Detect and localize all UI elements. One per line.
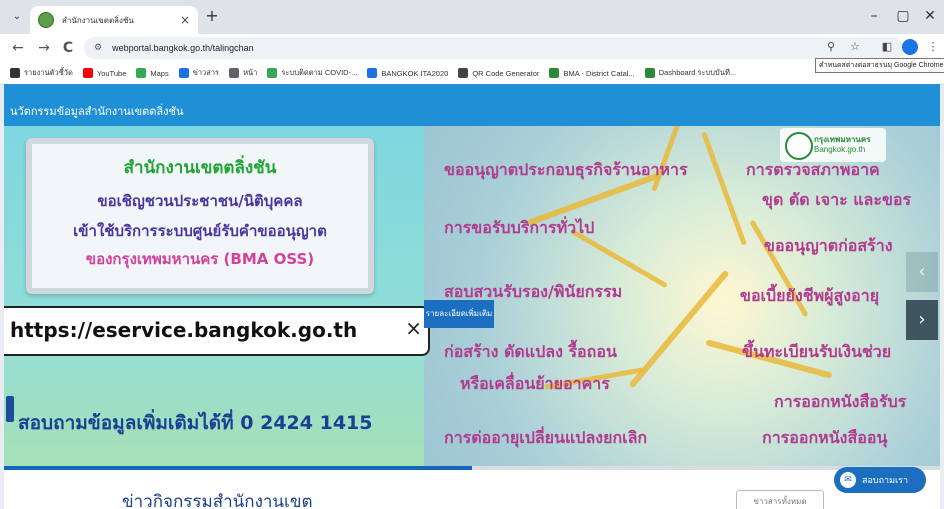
decorative-ray	[628, 269, 730, 389]
service-text: หรือเคลื่อนย้ายอาคาร	[460, 374, 610, 393]
web-page: นวัตกรรมข้อมูลสำนักงานเขตตลิ่งชัน สำนักง…	[4, 84, 940, 509]
bookmark-favicon-icon	[229, 68, 240, 78]
site-info-icon[interactable]: ⚙	[94, 43, 102, 53]
site-header: นวัตกรรมข้อมูลสำนักงานเขตตลิ่งชัน	[4, 84, 940, 126]
details-button[interactable]: รายละเอียดเพิ่มเติม	[424, 300, 494, 328]
service-text: ขึ้นทะเบียนรับเงินช่วย	[742, 342, 892, 361]
card-title: สำนักงานเขตตลิ่งชัน	[123, 158, 277, 178]
back-button[interactable]: ←	[8, 38, 28, 58]
slider-prev-arrow-icon[interactable]: ‹	[906, 252, 938, 292]
bookmark-favicon-icon	[178, 68, 189, 78]
address-bar: ← → C ⚙ webportal.bangkok.go.th/talingch…	[0, 34, 944, 62]
chat-button-label: สอบถามเรา	[862, 476, 909, 486]
chat-button[interactable]: ✉ สอบถามเรา	[834, 467, 926, 493]
bookmark-favicon-icon	[458, 68, 469, 78]
service-text: ขออนุญาตก่อสร้าง	[764, 236, 893, 255]
bookmark-label: BMA - District Catal...	[563, 68, 635, 78]
bma-seal-icon	[785, 132, 813, 160]
tooltip: คำหนดสต่างต่อสาธรนมุ Google Chrome	[815, 58, 944, 73]
bookmark-label: หน้า	[243, 68, 258, 77]
url-field[interactable]: ⚙ webportal.bangkok.go.th/talingchan	[84, 37, 904, 59]
bookmark-item[interactable]: ข่าวสาร	[178, 67, 220, 79]
bookmark-favicon-icon	[10, 68, 20, 78]
service-text: ก่อสร้าง ดัดแปลง รื้อถอน	[444, 342, 617, 361]
service-text: ขอเบี้ยยังชีพผู้สูงอายุ	[740, 286, 880, 305]
zoom-icon[interactable]: ⚲	[822, 38, 840, 56]
new-tab-button[interactable]: +	[202, 6, 222, 26]
bookmark-label: ระบบติดตาม COVID-...	[281, 68, 358, 77]
messenger-icon: ✉	[840, 472, 856, 488]
phone-icon	[6, 396, 14, 422]
service-text: การต่ออายุเปลี่ยนแปลงยกเลิก	[444, 428, 648, 447]
bookmark-item[interactable]: หน้า	[229, 67, 257, 79]
reload-button[interactable]: C	[58, 38, 78, 58]
close-window-button[interactable]: ✕	[920, 6, 940, 26]
decorative-ray	[701, 131, 747, 246]
site-header-title[interactable]: นวัตกรรมข้อมูลสำนักงานเขตตลิ่งชัน	[10, 102, 184, 120]
eservice-url-box: https://eservice.bangkok.go.th ×	[4, 306, 430, 356]
bookmark-favicon-icon	[549, 68, 560, 78]
bookmark-label: Dashboard ระบบบันที...	[658, 68, 737, 77]
bookmark-label: QR Code Generator	[472, 68, 540, 78]
minimize-button[interactable]: –	[864, 6, 884, 26]
maximize-button[interactable]: ▢	[893, 6, 913, 26]
bookmark-item[interactable]: QR Code Generator	[458, 68, 539, 78]
banner-announcement-card: สำนักงานเขตตลิ่งชัน ขอเชิญชวนประชาชน/นิต…	[26, 138, 374, 294]
bookmark-label: Maps	[150, 68, 169, 78]
bookmark-favicon-icon	[644, 68, 655, 78]
bookmark-favicon-icon	[82, 68, 93, 78]
browser-menu-icon[interactable]: ⋮	[924, 38, 942, 56]
bookmark-item[interactable]: BMA - District Catal...	[549, 68, 635, 78]
bookmark-favicon-icon	[136, 68, 147, 78]
card-service-text: เข้าใช้บริการระบบศูนย์รับคำขออนุญาต	[73, 222, 327, 240]
close-icon: ×	[405, 316, 422, 340]
service-text: การขอรับบริการทั่วไป	[444, 218, 595, 237]
bangkok-logo: กรุงเทพมหานคร Bangkok.go.th	[780, 128, 886, 162]
bookmark-item[interactable]: Maps	[136, 68, 169, 78]
news-section-title: ข่าวกิจกรรมสำนักงานเขต	[122, 492, 313, 509]
service-text: ขออนุญาตประกอบธุรกิจร้านอาหาร	[444, 160, 688, 179]
service-text: การออกหนังสืออนุ	[762, 428, 888, 447]
browser-tab[interactable]: สำนักงานเขตตลิ่งชัน ×	[30, 6, 198, 34]
eservice-url-text: https://eservice.bangkok.go.th	[10, 318, 358, 342]
bookmark-label: รายงานตัวชี้วัด	[24, 68, 73, 77]
bookmark-label: YouTube	[96, 68, 127, 78]
bookmark-label: ข่าวสาร	[192, 68, 220, 77]
tab-strip: ⌄ สำนักงานเขตตลิ่งชัน × + – ▢ ✕	[0, 0, 944, 34]
service-text: การตรวจสภาพอาค	[746, 160, 880, 179]
service-text: ขุด ตัด เจาะ และขอร	[762, 190, 912, 209]
bookmark-item[interactable]: YouTube	[82, 68, 127, 78]
view-all-news-button[interactable]: ข่าวสารทั้งหมด	[736, 490, 824, 509]
url-text[interactable]: webportal.bangkok.go.th/talingchan	[112, 43, 254, 53]
slider-next-arrow-icon[interactable]: ›	[906, 300, 938, 340]
forward-button[interactable]: →	[34, 38, 54, 58]
contact-phone-text: สอบถามข้อมูลเพิ่มเติมได้ที่ 0 2424 1415	[18, 412, 373, 434]
bookmark-favicon-icon	[267, 68, 278, 78]
tab-title: สำนักงานเขตตลิ่งชัน	[62, 15, 134, 25]
bookmark-item[interactable]: BANGKOK ITA2020	[367, 68, 448, 78]
bookmark-label: BANGKOK ITA2020	[381, 68, 449, 78]
slider-progress-track	[4, 466, 940, 470]
bookmark-star-icon[interactable]: ☆	[846, 38, 864, 56]
side-panel-icon[interactable]: ◧	[878, 38, 896, 56]
logo-domain-text: Bangkok.go.th	[814, 145, 866, 154]
profile-avatar[interactable]	[902, 39, 918, 55]
bookmark-favicon-icon	[367, 68, 378, 78]
bookmarks-bar: รายงานตัวชี้วัด YouTube Maps ข่าวสาร หน้า ระบ…	[0, 62, 944, 85]
bookmark-item[interactable]: ระบบติดตาม COVID-...	[267, 67, 357, 79]
card-invite-text: ขอเชิญชวนประชาชน/นิติบุคคล	[97, 192, 303, 210]
tab-close-icon[interactable]: ×	[180, 13, 190, 27]
slider-progress-fill	[4, 466, 472, 470]
banner-slider[interactable]: สำนักงานเขตตลิ่งชัน ขอเชิญชวนประชาชน/นิต…	[4, 126, 940, 466]
bookmark-item[interactable]: Dashboard ระบบบันที...	[644, 67, 737, 79]
site-favicon-icon	[38, 12, 54, 28]
tab-search-chevron-icon[interactable]: ⌄	[8, 8, 26, 26]
service-text: การออกหนังสือรับร	[774, 392, 907, 411]
card-oss-text: ของกรุงเทพมหานคร (BMA OSS)	[85, 250, 315, 268]
bookmark-item[interactable]: รายงานตัวชี้วัด	[10, 67, 73, 79]
